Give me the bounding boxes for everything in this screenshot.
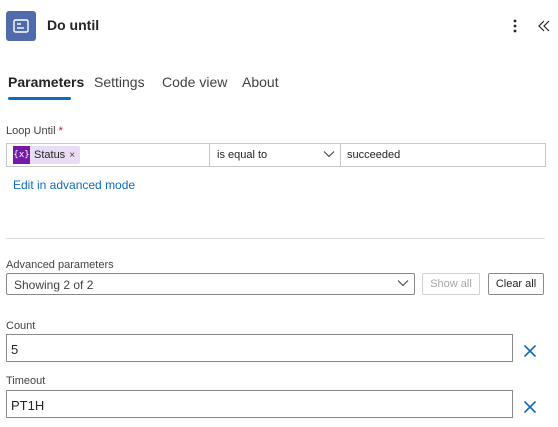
remove-token-icon[interactable]: × xyxy=(69,150,75,161)
tab-parameters[interactable]: Parameters xyxy=(8,74,84,90)
count-label: Count xyxy=(6,320,36,332)
remove-timeout-button[interactable] xyxy=(520,397,540,417)
close-icon xyxy=(523,400,537,414)
more-options-button[interactable] xyxy=(506,15,524,37)
edit-advanced-mode-link[interactable]: Edit in advanced mode xyxy=(13,178,135,192)
operator-value: is equal to xyxy=(217,149,268,161)
tab-bar: Parameters Settings Code view About xyxy=(0,68,558,104)
tab-settings[interactable]: Settings xyxy=(94,74,145,90)
count-input[interactable]: 5 xyxy=(6,334,513,362)
active-tab-indicator xyxy=(8,97,71,100)
loop-until-label-text: Loop Until xyxy=(6,125,56,137)
show-all-button[interactable]: Show all xyxy=(422,273,480,295)
panel-header: Do until xyxy=(0,0,558,52)
chevron-down-icon xyxy=(323,151,335,158)
collapse-panel-button[interactable] xyxy=(534,15,554,37)
variable-icon: {x} xyxy=(13,146,30,164)
condition-operand-field[interactable]: {x} Status × xyxy=(6,143,210,167)
status-token[interactable]: {x} Status × xyxy=(13,146,81,164)
remove-count-button[interactable] xyxy=(520,341,540,361)
chevron-down-icon xyxy=(397,280,409,287)
tab-about[interactable]: About xyxy=(242,74,279,90)
close-icon xyxy=(523,344,537,358)
timeout-input[interactable]: PT1H xyxy=(6,390,513,418)
timeout-value: PT1H xyxy=(11,398,45,413)
tab-code-view[interactable]: Code view xyxy=(162,74,227,90)
loop-icon xyxy=(6,11,36,41)
condition-value-field[interactable]: succeeded xyxy=(340,143,546,167)
more-vertical-icon xyxy=(513,19,517,33)
token-label: Status xyxy=(34,149,66,161)
operator-dropdown[interactable]: is equal to xyxy=(209,143,341,167)
clear-all-button[interactable]: Clear all xyxy=(488,273,544,295)
advanced-parameters-label: Advanced parameters xyxy=(6,259,114,271)
double-chevron-left-icon xyxy=(538,20,550,32)
advanced-parameters-selected: Showing 2 of 2 xyxy=(14,278,94,292)
page-title: Do until xyxy=(47,17,100,33)
advanced-parameters-dropdown[interactable]: Showing 2 of 2 xyxy=(6,273,415,295)
required-indicator: * xyxy=(58,125,63,137)
count-value: 5 xyxy=(11,342,19,357)
condition-value: succeeded xyxy=(347,149,401,161)
timeout-label: Timeout xyxy=(6,375,46,387)
section-divider xyxy=(6,238,545,239)
loop-until-label: Loop Until * xyxy=(6,125,63,137)
